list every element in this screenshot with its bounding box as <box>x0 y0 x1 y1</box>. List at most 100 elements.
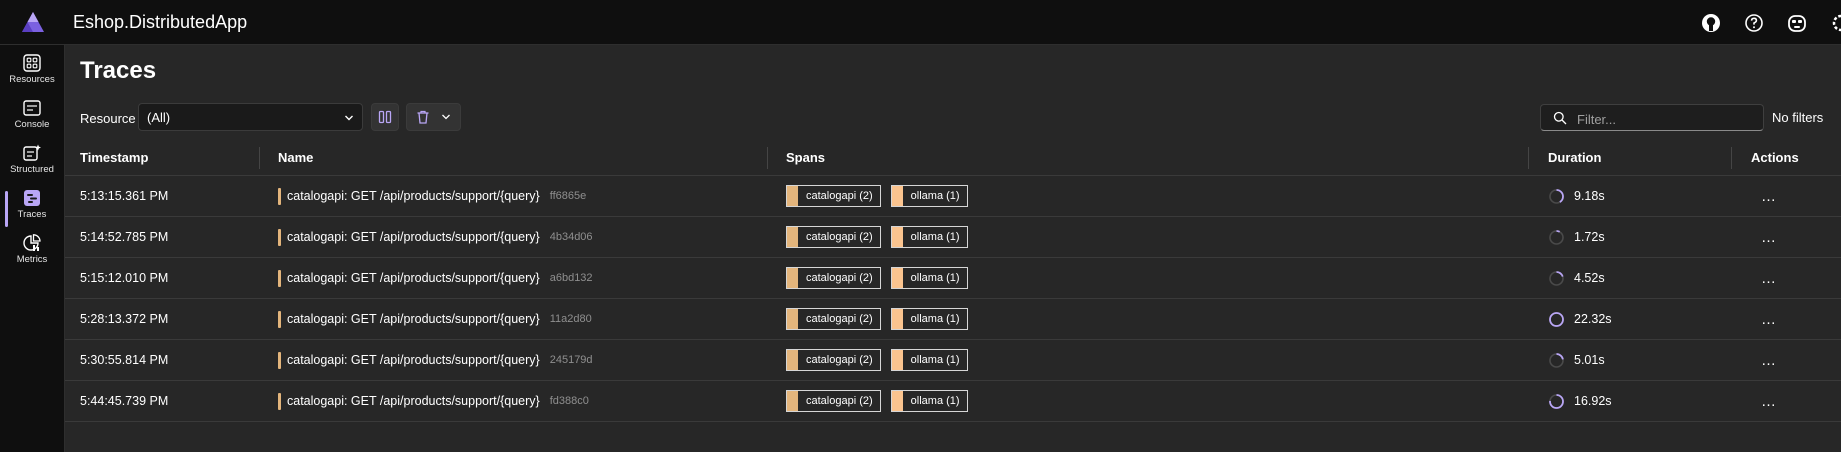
span-color-swatch <box>891 350 903 370</box>
span-color-swatch <box>787 186 798 206</box>
trace-name: catalogapi: GET /api/products/support/{q… <box>287 353 540 367</box>
duration-progress-ring <box>1549 188 1564 204</box>
nav-item-metrics[interactable]: Metrics <box>0 230 64 274</box>
resource-select[interactable]: (All) <box>138 103 363 131</box>
span-badge-label: ollama (1) <box>910 190 960 202</box>
trace-id: fd388c0 <box>549 395 589 407</box>
span-badge[interactable]: ollama (1) <box>890 267 968 289</box>
resource-color-bar <box>278 310 281 328</box>
duration-cell: 9.18s <box>1548 176 1605 216</box>
nav-label-traces: Traces <box>17 209 47 220</box>
table-row[interactable]: 5:28:13.372 PM catalogapi: GET /api/produ… <box>65 299 1841 340</box>
header-duration[interactable]: Duration <box>1548 139 1601 175</box>
resources-grid-icon <box>23 54 41 72</box>
top-bar: Eshop.DistributedApp <box>0 0 1841 45</box>
header-name[interactable]: Name <box>278 139 313 175</box>
name-cell[interactable]: catalogapi: GET /api/products/support/{q… <box>278 176 586 216</box>
name-cell[interactable]: catalogapi: GET /api/products/support/{q… <box>278 258 593 298</box>
duration-value: 22.32s <box>1574 312 1612 326</box>
column-divider[interactable] <box>1528 147 1529 169</box>
row-actions-button[interactable]: … <box>1761 217 1777 257</box>
table-row[interactable]: 5:30:55.814 PM catalogapi: GET /api/produ… <box>65 340 1841 381</box>
trash-icon <box>417 110 429 124</box>
duration-value: 4.52s <box>1574 271 1605 285</box>
name-cell[interactable]: catalogapi: GET /api/products/support/{q… <box>278 340 593 380</box>
app-title[interactable]: Eshop.DistributedApp <box>73 12 247 33</box>
name-cell[interactable]: catalogapi: GET /api/products/support/{q… <box>278 381 589 421</box>
row-actions-button[interactable]: … <box>1761 176 1777 216</box>
row-actions-button[interactable]: … <box>1761 340 1777 380</box>
trace-name: catalogapi: GET /api/products/support/{q… <box>287 230 540 244</box>
nav-item-traces[interactable]: Traces <box>0 185 64 229</box>
row-actions-button[interactable]: … <box>1761 258 1777 298</box>
aspire-logo-icon[interactable] <box>21 11 45 33</box>
column-divider[interactable] <box>767 147 768 169</box>
span-badge[interactable]: ollama (1) <box>890 308 968 330</box>
span-badge-label: ollama (1) <box>910 395 960 407</box>
trace-name: catalogapi: GET /api/products/support/{q… <box>287 189 540 203</box>
span-badge-label: catalogapi (2) <box>806 395 873 407</box>
github-icon[interactable] <box>1700 12 1722 34</box>
help-icon[interactable] <box>1743 12 1765 34</box>
copilot-icon[interactable] <box>1786 12 1808 34</box>
row-actions-button[interactable]: … <box>1761 381 1777 421</box>
column-divider[interactable] <box>1731 147 1732 169</box>
settings-icon[interactable] <box>1830 12 1841 34</box>
header-spans[interactable]: Spans <box>786 139 825 175</box>
timestamp-cell: 5:44:45.739 PM <box>80 394 169 408</box>
trace-id: 245179d <box>549 354 593 366</box>
trace-name: catalogapi: GET /api/products/support/{q… <box>287 312 540 326</box>
span-color-swatch <box>891 186 903 206</box>
column-divider[interactable] <box>259 147 260 169</box>
span-badge[interactable]: catalogapi (2) <box>786 226 881 248</box>
table-row[interactable]: 5:14:52.785 PM catalogapi: GET /api/produ… <box>65 217 1841 258</box>
nav-item-resources[interactable]: Resources <box>0 50 64 94</box>
nav-item-structured[interactable]: Structured <box>0 140 64 184</box>
nav-item-console[interactable]: Console <box>0 95 64 139</box>
resource-color-bar <box>278 228 281 246</box>
duration-progress-ring <box>1549 311 1564 327</box>
duration-cell: 22.32s <box>1548 299 1612 339</box>
trace-id: 11a2d80 <box>549 313 592 325</box>
timestamp-cell: 5:30:55.814 PM <box>80 353 169 367</box>
span-badge-label: ollama (1) <box>910 272 960 284</box>
span-color-swatch <box>891 268 903 288</box>
filters-status[interactable]: No filters <box>1772 110 1823 125</box>
timestamp-cell: 5:15:12.010 PM <box>80 271 169 285</box>
table-header-row: Timestamp Name Spans Duration Actions <box>65 139 1841 176</box>
filter-box[interactable] <box>1540 104 1764 131</box>
trace-id: a6bd132 <box>549 272 593 284</box>
nav-label-metrics: Metrics <box>16 254 48 265</box>
main-content: Traces Resource (All) No filters <box>65 45 1841 452</box>
clear-traces-button[interactable] <box>406 103 461 131</box>
span-badge[interactable]: ollama (1) <box>890 185 968 207</box>
split-columns-icon <box>378 110 392 124</box>
span-badge[interactable]: ollama (1) <box>890 349 968 371</box>
toggle-panes-button[interactable] <box>371 103 399 131</box>
timestamp-cell: 5:13:15.361 PM <box>80 189 169 203</box>
name-cell[interactable]: catalogapi: GET /api/products/support/{q… <box>278 217 593 257</box>
filter-input[interactable] <box>1575 108 1759 130</box>
span-badge[interactable]: catalogapi (2) <box>786 267 881 289</box>
page-title: Traces <box>80 57 157 84</box>
spans-cell: catalogapi (2) ollama (1) <box>786 381 978 421</box>
console-icon <box>23 100 41 116</box>
span-badge[interactable]: ollama (1) <box>890 226 968 248</box>
span-badge[interactable]: catalogapi (2) <box>786 349 881 371</box>
name-cell[interactable]: catalogapi: GET /api/products/support/{q… <box>278 299 592 339</box>
header-timestamp[interactable]: Timestamp <box>80 139 148 175</box>
table-row[interactable]: 5:15:12.010 PM catalogapi: GET /api/produ… <box>65 258 1841 299</box>
row-actions-button[interactable]: … <box>1761 299 1777 339</box>
resource-color-bar <box>278 392 281 410</box>
duration-cell: 1.72s <box>1548 217 1605 257</box>
resource-color-bar <box>278 351 281 369</box>
span-badge-label: catalogapi (2) <box>806 231 873 243</box>
traces-table: Timestamp Name Spans Duration Actions 5:… <box>65 139 1841 422</box>
span-badge[interactable]: catalogapi (2) <box>786 185 881 207</box>
table-row[interactable]: 5:13:15.361 PM catalogapi: GET /api/produ… <box>65 176 1841 217</box>
chevron-down-icon <box>345 115 353 121</box>
table-row[interactable]: 5:44:45.739 PM catalogapi: GET /api/produ… <box>65 381 1841 422</box>
span-badge[interactable]: catalogapi (2) <box>786 390 881 412</box>
span-badge[interactable]: catalogapi (2) <box>786 308 881 330</box>
span-badge[interactable]: ollama (1) <box>890 390 968 412</box>
